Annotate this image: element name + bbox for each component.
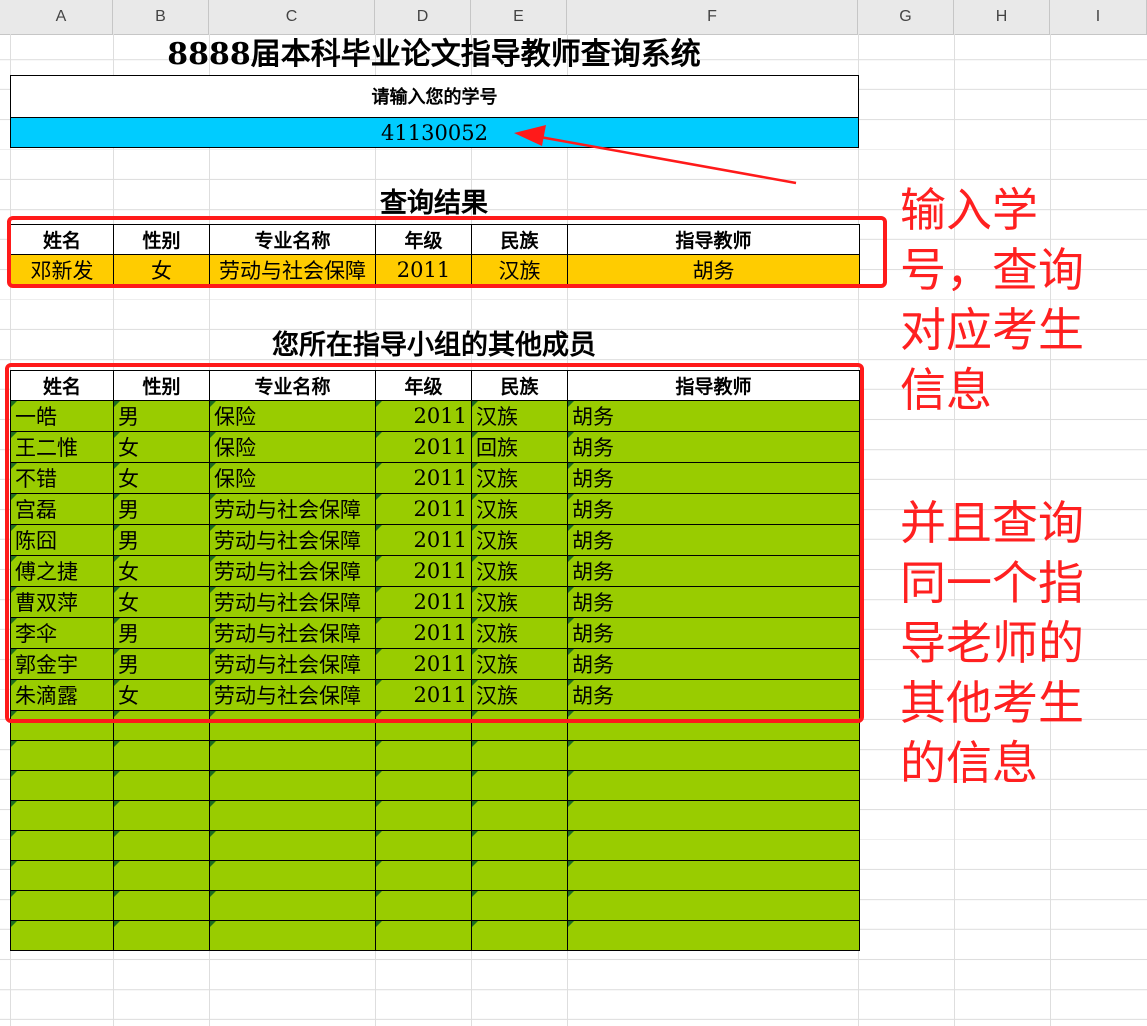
group-empty-cell[interactable] [471,770,568,801]
group-empty-cell[interactable] [10,920,114,951]
column-header-f[interactable]: F [567,0,858,34]
group-empty-cell[interactable] [209,860,376,891]
group-empty-cell[interactable] [113,770,210,801]
group-empty-cell[interactable] [10,860,114,891]
group-empty-row [10,890,860,921]
group-empty-cell[interactable] [567,860,860,891]
column-header-d[interactable]: D [375,0,471,34]
group-empty-cell[interactable] [567,740,860,771]
group-empty-cell[interactable] [471,830,568,861]
column-header-e[interactable]: E [471,0,567,34]
group-empty-cell[interactable] [209,830,376,861]
group-empty-cell[interactable] [375,920,472,951]
annotation-note-2: 并且查询同一个指导老师的其他考生的信息 [900,496,1084,790]
group-empty-cell[interactable] [471,890,568,921]
group-empty-cell[interactable] [209,800,376,831]
group-empty-cell[interactable] [567,770,860,801]
group-empty-cell[interactable] [113,860,210,891]
group-empty-cell[interactable] [471,740,568,771]
student-id-prompt: 请输入您的学号 [10,75,859,118]
group-empty-cell[interactable] [209,770,376,801]
group-empty-cell[interactable] [471,800,568,831]
group-empty-cell[interactable] [567,890,860,921]
column-header-g[interactable]: G [858,0,954,34]
group-empty-cell[interactable] [567,920,860,951]
group-empty-row [10,920,860,951]
sheet-title: 8888届本科毕业论文指导教师查询系统 [167,37,701,72]
annotation-group-box [5,363,864,723]
annotation-result-box [7,216,887,288]
group-empty-cell[interactable] [10,740,114,771]
group-empty-cell[interactable] [209,890,376,921]
group-empty-cell[interactable] [567,800,860,831]
group-empty-cell[interactable] [375,800,472,831]
group-empty-cell[interactable] [375,770,472,801]
group-empty-cell[interactable] [10,830,114,861]
group-empty-cell[interactable] [113,800,210,831]
group-empty-cell[interactable] [209,740,376,771]
column-header-c[interactable]: C [209,0,375,34]
group-empty-cell[interactable] [375,890,472,921]
group-empty-cell[interactable] [10,890,114,921]
group-empty-cell[interactable] [113,830,210,861]
group-empty-cell[interactable] [113,920,210,951]
group-empty-cell[interactable] [471,920,568,951]
group-empty-cell[interactable] [113,740,210,771]
group-empty-row [10,740,860,771]
group-empty-cell[interactable] [113,890,210,921]
column-header-b[interactable]: B [113,0,209,34]
column-header-i[interactable]: I [1050,0,1147,34]
group-empty-row [10,830,860,861]
group-empty-row [10,860,860,891]
column-header-a[interactable]: A [10,0,113,34]
group-empty-cell[interactable] [375,830,472,861]
annotation-arrow-icon [514,125,797,185]
group-title: 您所在指导小组的其他成员 [272,330,596,361]
group-empty-row [10,800,860,831]
group-empty-cell[interactable] [567,830,860,861]
annotation-note-1: 输入学号，查询对应考生信息 [900,183,1084,417]
column-header-h[interactable]: H [954,0,1050,34]
group-empty-cell[interactable] [209,920,376,951]
group-empty-cell[interactable] [10,800,114,831]
group-empty-cell[interactable] [10,770,114,801]
group-empty-row [10,770,860,801]
column-header-bar: ABCDEFGHI [0,0,1147,35]
group-empty-cell[interactable] [375,740,472,771]
group-empty-cell[interactable] [471,860,568,891]
group-empty-cell[interactable] [375,860,472,891]
